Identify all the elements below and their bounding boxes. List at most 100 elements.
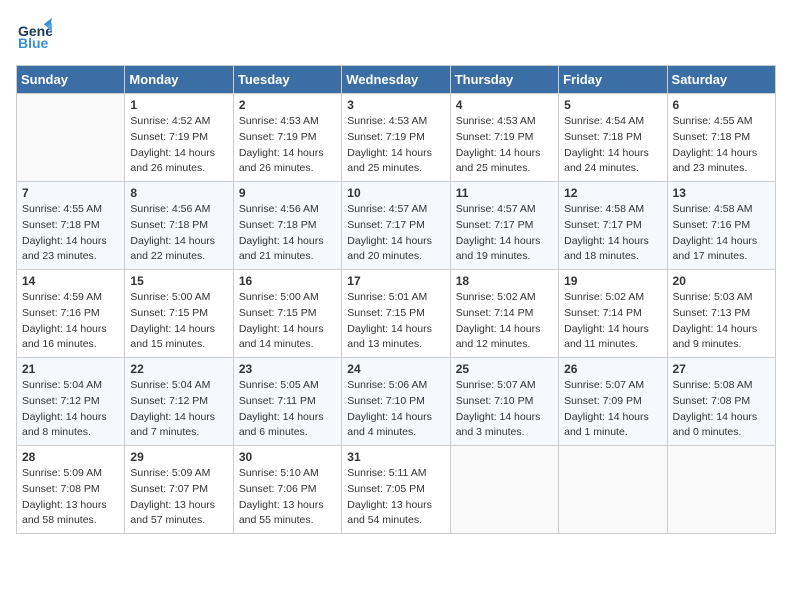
day-number: 26 (564, 362, 661, 376)
logo-icon: General Blue (16, 16, 52, 57)
day-info: Sunrise: 5:09 AM Sunset: 7:07 PM Dayligh… (130, 466, 227, 529)
day-info: Sunrise: 5:04 AM Sunset: 7:12 PM Dayligh… (130, 378, 227, 441)
day-number: 23 (239, 362, 336, 376)
calendar-cell: 27 Sunrise: 5:08 AM Sunset: 7:08 PM Dayli… (667, 358, 775, 446)
day-info: Sunrise: 5:01 AM Sunset: 7:15 PM Dayligh… (347, 290, 444, 353)
day-info: Sunrise: 4:52 AM Sunset: 7:19 PM Dayligh… (130, 114, 227, 177)
calendar-week-row: 7 Sunrise: 4:55 AM Sunset: 7:18 PM Daylig… (17, 182, 776, 270)
calendar-cell: 21 Sunrise: 5:04 AM Sunset: 7:12 PM Dayli… (17, 358, 125, 446)
day-number: 28 (22, 450, 119, 464)
calendar-cell: 18Sunrise: 5:02 AM Sunset: 7:14 PM Dayli… (450, 270, 558, 358)
day-info: Sunrise: 4:58 AM Sunset: 7:17 PM Dayligh… (564, 202, 661, 265)
calendar-cell: 5 Sunrise: 4:54 AM Sunset: 7:18 PM Daylig… (559, 94, 667, 182)
calendar-cell: 17Sunrise: 5:01 AM Sunset: 7:15 PM Dayli… (342, 270, 450, 358)
logo: General Blue (16, 16, 52, 57)
calendar-cell: 3 Sunrise: 4:53 AM Sunset: 7:19 PM Daylig… (342, 94, 450, 182)
column-header-wednesday: Wednesday (342, 66, 450, 94)
day-number: 27 (673, 362, 770, 376)
calendar-cell: 25Sunrise: 5:07 AM Sunset: 7:10 PM Dayli… (450, 358, 558, 446)
day-info: Sunrise: 5:03 AM Sunset: 7:13 PM Dayligh… (673, 290, 770, 353)
column-header-sunday: Sunday (17, 66, 125, 94)
calendar-cell: 30 Sunrise: 5:10 AM Sunset: 7:06 PM Dayli… (233, 446, 341, 534)
day-info: Sunrise: 4:55 AM Sunset: 7:18 PM Dayligh… (673, 114, 770, 177)
calendar-cell: 26 Sunrise: 5:07 AM Sunset: 7:09 PM Dayli… (559, 358, 667, 446)
calendar-cell: 31 Sunrise: 5:11 AM Sunset: 7:05 PM Dayli… (342, 446, 450, 534)
calendar-cell: 28 Sunrise: 5:09 AM Sunset: 7:08 PM Dayli… (17, 446, 125, 534)
calendar-week-row: 28 Sunrise: 5:09 AM Sunset: 7:08 PM Dayli… (17, 446, 776, 534)
day-number: 11 (456, 186, 553, 200)
day-number: 21 (22, 362, 119, 376)
column-header-friday: Friday (559, 66, 667, 94)
day-info: Sunrise: 4:58 AM Sunset: 7:16 PM Dayligh… (673, 202, 770, 265)
calendar-cell: 2 Sunrise: 4:53 AM Sunset: 7:19 PM Daylig… (233, 94, 341, 182)
calendar-cell: 24 Sunrise: 5:06 AM Sunset: 7:10 PM Dayli… (342, 358, 450, 446)
day-number: 4 (456, 98, 553, 112)
day-info: Sunrise: 5:02 AM Sunset: 7:14 PM Dayligh… (564, 290, 661, 353)
day-number: 1 (130, 98, 227, 112)
day-number: 6 (673, 98, 770, 112)
day-info: Sunrise: 5:08 AM Sunset: 7:08 PM Dayligh… (673, 378, 770, 441)
day-number: 12 (564, 186, 661, 200)
calendar-cell: 23Sunrise: 5:05 AM Sunset: 7:11 PM Dayli… (233, 358, 341, 446)
calendar-cell (450, 446, 558, 534)
calendar-cell: 12 Sunrise: 4:58 AM Sunset: 7:17 PM Dayli… (559, 182, 667, 270)
calendar-header-row: SundayMondayTuesdayWednesdayThursdayFrid… (17, 66, 776, 94)
day-info: Sunrise: 4:55 AM Sunset: 7:18 PM Dayligh… (22, 202, 119, 265)
calendar-cell: 22Sunrise: 5:04 AM Sunset: 7:12 PM Dayli… (125, 358, 233, 446)
day-number: 20 (673, 274, 770, 288)
day-number: 13 (673, 186, 770, 200)
day-number: 8 (130, 186, 227, 200)
day-info: Sunrise: 4:56 AM Sunset: 7:18 PM Dayligh… (239, 202, 336, 265)
column-header-thursday: Thursday (450, 66, 558, 94)
calendar-cell: 20 Sunrise: 5:03 AM Sunset: 7:13 PM Dayli… (667, 270, 775, 358)
calendar-cell: 11 Sunrise: 4:57 AM Sunset: 7:17 PM Dayli… (450, 182, 558, 270)
calendar-cell: 7 Sunrise: 4:55 AM Sunset: 7:18 PM Daylig… (17, 182, 125, 270)
day-info: Sunrise: 5:00 AM Sunset: 7:15 PM Dayligh… (130, 290, 227, 353)
calendar-cell: 1 Sunrise: 4:52 AM Sunset: 7:19 PM Daylig… (125, 94, 233, 182)
day-info: Sunrise: 5:11 AM Sunset: 7:05 PM Dayligh… (347, 466, 444, 529)
calendar-cell (667, 446, 775, 534)
calendar-cell: 8 Sunrise: 4:56 AM Sunset: 7:18 PM Daylig… (125, 182, 233, 270)
day-info: Sunrise: 4:53 AM Sunset: 7:19 PM Dayligh… (456, 114, 553, 177)
day-number: 14 (22, 274, 119, 288)
day-number: 7 (22, 186, 119, 200)
calendar-table: SundayMondayTuesdayWednesdayThursdayFrid… (16, 65, 776, 534)
calendar-cell (559, 446, 667, 534)
calendar-cell: 4 Sunrise: 4:53 AM Sunset: 7:19 PM Daylig… (450, 94, 558, 182)
day-info: Sunrise: 4:53 AM Sunset: 7:19 PM Dayligh… (347, 114, 444, 177)
page-header: General Blue (16, 16, 776, 57)
calendar-cell: 13 Sunrise: 4:58 AM Sunset: 7:16 PM Dayli… (667, 182, 775, 270)
day-number: 25 (456, 362, 553, 376)
svg-text:Blue: Blue (18, 35, 49, 51)
column-header-saturday: Saturday (667, 66, 775, 94)
day-info: Sunrise: 5:02 AM Sunset: 7:14 PM Dayligh… (456, 290, 553, 353)
day-number: 3 (347, 98, 444, 112)
calendar-week-row: 14 Sunrise: 4:59 AM Sunset: 7:16 PM Dayli… (17, 270, 776, 358)
day-number: 30 (239, 450, 336, 464)
column-header-tuesday: Tuesday (233, 66, 341, 94)
day-info: Sunrise: 5:09 AM Sunset: 7:08 PM Dayligh… (22, 466, 119, 529)
day-info: Sunrise: 4:54 AM Sunset: 7:18 PM Dayligh… (564, 114, 661, 177)
calendar-cell: 29Sunrise: 5:09 AM Sunset: 7:07 PM Dayli… (125, 446, 233, 534)
day-number: 31 (347, 450, 444, 464)
day-number: 9 (239, 186, 336, 200)
day-info: Sunrise: 4:59 AM Sunset: 7:16 PM Dayligh… (22, 290, 119, 353)
day-info: Sunrise: 4:56 AM Sunset: 7:18 PM Dayligh… (130, 202, 227, 265)
column-header-monday: Monday (125, 66, 233, 94)
day-info: Sunrise: 4:57 AM Sunset: 7:17 PM Dayligh… (456, 202, 553, 265)
day-number: 5 (564, 98, 661, 112)
day-info: Sunrise: 4:53 AM Sunset: 7:19 PM Dayligh… (239, 114, 336, 177)
day-info: Sunrise: 5:07 AM Sunset: 7:09 PM Dayligh… (564, 378, 661, 441)
calendar-cell: 9 Sunrise: 4:56 AM Sunset: 7:18 PM Daylig… (233, 182, 341, 270)
calendar-week-row: 1 Sunrise: 4:52 AM Sunset: 7:19 PM Daylig… (17, 94, 776, 182)
day-number: 24 (347, 362, 444, 376)
calendar-cell: 16Sunrise: 5:00 AM Sunset: 7:15 PM Dayli… (233, 270, 341, 358)
day-number: 10 (347, 186, 444, 200)
day-number: 2 (239, 98, 336, 112)
calendar-cell: 6 Sunrise: 4:55 AM Sunset: 7:18 PM Daylig… (667, 94, 775, 182)
day-info: Sunrise: 5:06 AM Sunset: 7:10 PM Dayligh… (347, 378, 444, 441)
day-info: Sunrise: 5:04 AM Sunset: 7:12 PM Dayligh… (22, 378, 119, 441)
day-info: Sunrise: 5:00 AM Sunset: 7:15 PM Dayligh… (239, 290, 336, 353)
day-info: Sunrise: 5:10 AM Sunset: 7:06 PM Dayligh… (239, 466, 336, 529)
calendar-cell: 15Sunrise: 5:00 AM Sunset: 7:15 PM Dayli… (125, 270, 233, 358)
